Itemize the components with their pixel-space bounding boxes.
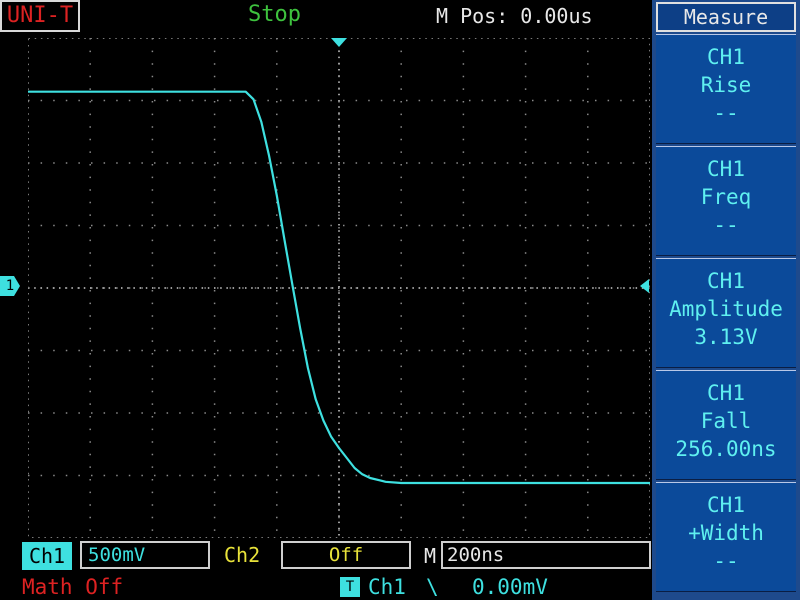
- measure-slot-rise[interactable]: CH1 Rise --: [656, 34, 796, 144]
- measure-slot-amplitude[interactable]: CH1 Amplitude 3.13V: [656, 258, 796, 368]
- slot-value: 256.00ns: [675, 437, 777, 461]
- ch2-label[interactable]: Ch2: [224, 542, 260, 568]
- slot-channel: CH1: [707, 493, 745, 517]
- top-status-bar: UNI-T Stop M Pos: 0.00us: [0, 0, 652, 34]
- slot-name: +Width: [688, 521, 764, 545]
- slot-name: Fall: [700, 409, 752, 433]
- measure-slot-fall[interactable]: CH1 Fall 256.00ns: [656, 370, 796, 480]
- slot-name: Amplitude: [669, 297, 783, 321]
- slot-channel: CH1: [707, 381, 745, 405]
- trigger-icon: T: [340, 577, 360, 597]
- ch1-scale: 500mV: [80, 541, 210, 569]
- slot-name: Freq: [700, 185, 752, 209]
- falling-edge-icon: \: [426, 575, 439, 599]
- trigger-level-marker: [640, 279, 649, 293]
- timebase-label: M: [424, 544, 437, 568]
- measure-slot-freq[interactable]: CH1 Freq --: [656, 146, 796, 256]
- ch2-scale: Off: [281, 541, 411, 569]
- trigger-position-marker: [331, 38, 347, 47]
- slot-channel: CH1: [707, 157, 745, 181]
- run-stop-status: Stop: [248, 2, 301, 27]
- measure-slot-pwidth[interactable]: CH1 +Width --: [656, 482, 796, 592]
- slot-channel: CH1: [707, 269, 745, 293]
- slot-value: --: [713, 101, 739, 125]
- brand-logo: UNI-T: [0, 0, 80, 32]
- math-status: Math Off: [22, 575, 124, 599]
- measure-menu: Measure CH1 Rise -- CH1 Freq -- CH1 Ampl…: [652, 0, 800, 600]
- slot-value: 3.13V: [694, 325, 758, 349]
- ch1-ground-marker: 1: [0, 276, 20, 296]
- waveform-svg: [28, 38, 650, 538]
- slot-name: Rise: [700, 73, 752, 97]
- measure-menu-title[interactable]: Measure: [656, 2, 796, 32]
- timebase-value: 200ns: [441, 541, 651, 569]
- waveform-display: [28, 38, 650, 538]
- ch1-label[interactable]: Ch1: [22, 542, 72, 570]
- slot-channel: CH1: [707, 45, 745, 69]
- trigger-level: 0.00mV: [472, 575, 548, 599]
- main-position-readout: M Pos: 0.00us: [436, 4, 593, 28]
- slot-value: --: [713, 549, 739, 573]
- trigger-source: Ch1: [368, 575, 406, 599]
- slot-value: --: [713, 213, 739, 237]
